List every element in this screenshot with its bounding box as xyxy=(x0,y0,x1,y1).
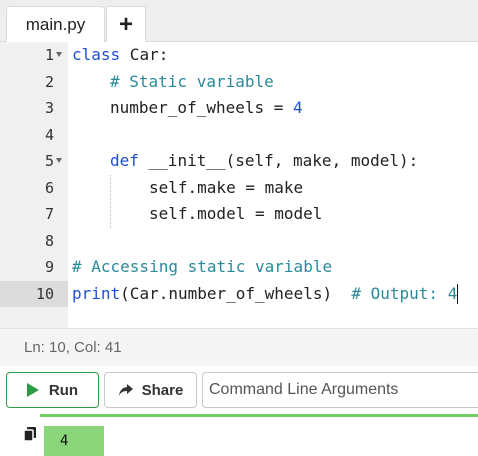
line-number: 5 xyxy=(44,152,54,170)
tab-main-py[interactable]: main.py xyxy=(6,6,105,43)
line-number: 1 xyxy=(44,46,54,64)
code-editor[interactable]: 1 class Car: 2 # Static variable 3 numbe… xyxy=(0,42,478,328)
command-line-arguments-input[interactable] xyxy=(202,372,478,408)
output-divider xyxy=(40,414,478,417)
output-panel: 4 xyxy=(0,414,478,456)
code-text: def __init__(self, make, model): xyxy=(110,151,419,170)
indent-guide xyxy=(110,174,111,228)
run-label: Run xyxy=(48,381,79,399)
share-icon xyxy=(118,383,134,397)
code-line-active: 10 print(Car.number_of_wheels) # Output:… xyxy=(0,281,478,308)
output-value: 4 xyxy=(44,426,104,456)
status-bar: Ln: 10, Col: 41 xyxy=(0,328,478,366)
code-line: 6 self.make = make xyxy=(0,175,478,202)
line-number: 3 xyxy=(44,99,54,117)
run-toolbar: Run Share xyxy=(0,366,478,414)
code-text: class Car: xyxy=(72,45,169,64)
tab-bar: main.py + xyxy=(0,0,478,43)
copy-icon[interactable] xyxy=(23,426,37,442)
code-text: # Static variable xyxy=(110,71,274,91)
share-label: Share xyxy=(141,381,184,399)
code-line: 7 self.model = model xyxy=(0,201,478,228)
line-number: 8 xyxy=(44,231,54,250)
code-text: self.model = model xyxy=(149,204,323,223)
share-button[interactable]: Share xyxy=(104,372,197,408)
fold-arrow-icon[interactable] xyxy=(56,52,62,57)
line-number: 4 xyxy=(44,125,54,144)
code-line: 9 # Accessing static variable xyxy=(0,254,478,281)
line-number: 9 xyxy=(44,258,54,276)
line-number: 2 xyxy=(44,72,54,91)
cursor-position: Ln: 10, Col: 41 xyxy=(24,339,122,356)
code-line: 5 def __init__(self, make, model): xyxy=(0,148,478,175)
code-line: 1 class Car: xyxy=(0,42,478,69)
text-cursor xyxy=(457,284,458,304)
code-text: print(Car.number_of_wheels) # Output: 4 xyxy=(72,283,458,303)
fold-arrow-icon[interactable] xyxy=(56,158,62,163)
line-number: 7 xyxy=(44,205,54,223)
code-line: 2 # Static variable xyxy=(0,69,478,96)
code-line: 3 number_of_wheels = 4 xyxy=(0,95,478,122)
line-number: 6 xyxy=(44,178,54,197)
add-tab-button[interactable]: + xyxy=(106,6,146,42)
line-number: 10 xyxy=(35,284,54,303)
run-button[interactable]: Run xyxy=(6,372,99,408)
play-icon xyxy=(26,383,39,397)
code-text: self.make = make xyxy=(149,177,304,197)
code-text: number_of_wheels = 4 xyxy=(110,98,303,117)
code-line: 8 xyxy=(0,228,478,255)
code-line: 4 xyxy=(0,122,478,149)
code-text: # Accessing static variable xyxy=(72,257,333,276)
